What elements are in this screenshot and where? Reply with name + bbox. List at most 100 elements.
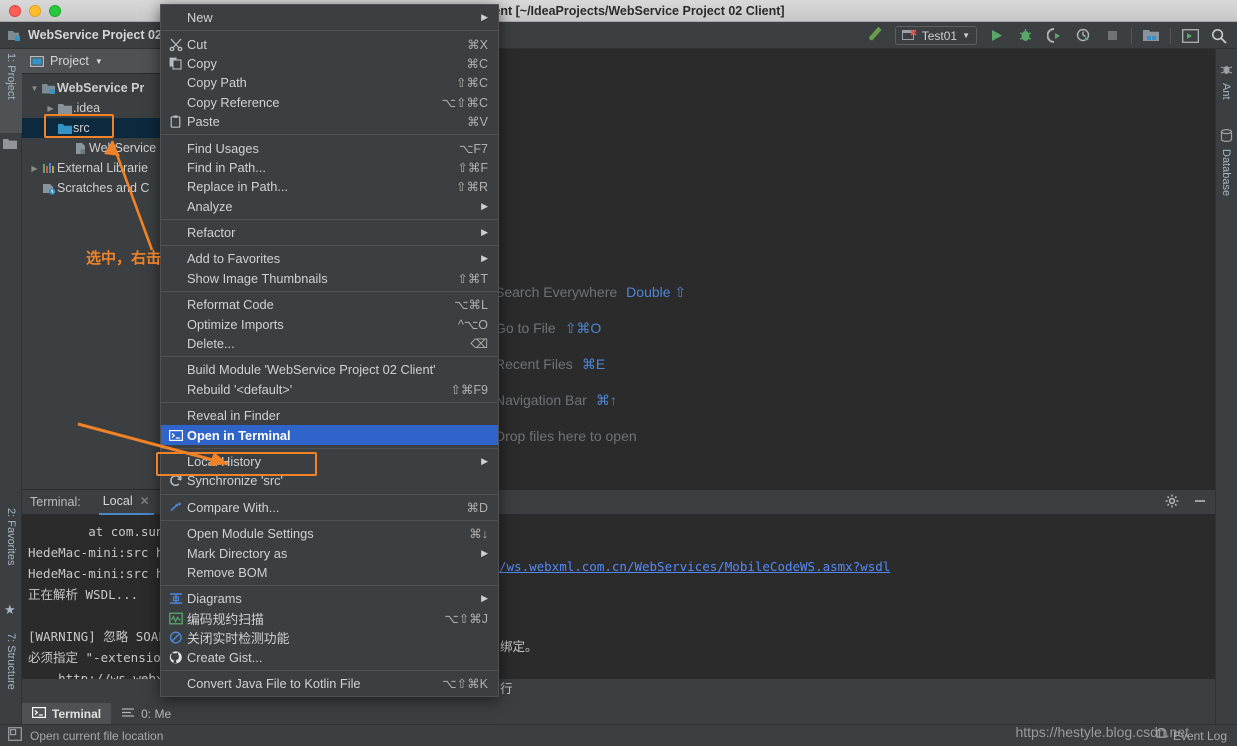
project-structure-icon[interactable]: [1141, 26, 1161, 46]
menu-item-reveal-in-finder[interactable]: Reveal in Finder: [161, 406, 498, 425]
menu-item-diagrams[interactable]: Diagrams ▶: [161, 589, 498, 608]
menu-item-label: 关闭实时检测功能: [187, 631, 290, 647]
menu-item-new[interactable]: New ▶: [161, 8, 498, 27]
menu-item-local-history[interactable]: Local History ▶: [161, 452, 498, 471]
toolbar-divider-2: [1170, 27, 1171, 44]
terminal-icon: [32, 706, 47, 718]
sidebar-tab-favorites[interactable]: 2: Favorites: [0, 504, 22, 604]
menu-item-delete[interactable]: Delete... ⌫: [161, 334, 498, 353]
menu-item-replace-in-path[interactable]: Replace in Path... ⇧⌘R: [161, 177, 498, 196]
menu-item-convert-java-file-to-kotlin-file[interactable]: Convert Java File to Kotlin File ⌥⇧⌘K: [161, 674, 498, 693]
editor-hint-search-everywhere: Search Everywhere Double ⇧: [495, 274, 686, 310]
chevron-down-icon[interactable]: ▼: [28, 84, 41, 93]
menu-item-paste[interactable]: Paste ⌘V: [161, 112, 498, 131]
menu-item-编码规约扫描[interactable]: 编码规约扫描 ⌥⇧⌘J: [161, 609, 498, 628]
menu-item-label: Open Module Settings: [187, 526, 314, 542]
editor-hint-navigation-bar: Navigation Bar ⌘↑: [495, 382, 686, 418]
bottom-tab-terminal[interactable]: Terminal: [22, 703, 112, 724]
menu-item-copy[interactable]: Copy ⌘C: [161, 54, 498, 73]
submenu-arrow-icon: ▶: [481, 227, 488, 238]
menu-item-copy-reference[interactable]: Copy Reference ⌥⇧⌘C: [161, 93, 498, 112]
folder-icon: [58, 103, 72, 114]
sidebar-tab-ant[interactable]: Ant: [1215, 79, 1237, 121]
minimize-icon[interactable]: [1193, 494, 1207, 511]
bottom-tab-label: Terminal: [52, 706, 102, 721]
menu-item-cut[interactable]: Cut ⌘X: [161, 34, 498, 53]
terminal-right-line-1: 绑定。: [500, 639, 538, 654]
run-icon[interactable]: [986, 26, 1006, 46]
menu-item-show-image-thumbnails[interactable]: Show Image Thumbnails ⇧⌘T: [161, 269, 498, 288]
menu-item-compare-with[interactable]: Compare With... ⌘D: [161, 498, 498, 517]
search-icon[interactable]: [1209, 26, 1229, 46]
run-coverage-icon[interactable]: [1044, 26, 1064, 46]
menu-item-copy-path[interactable]: Copy Path ⇧⌘C: [161, 73, 498, 92]
menu-item-build-module-webservice-project-02-client[interactable]: Build Module 'WebService Project 02 Clie…: [161, 360, 498, 379]
menu-item-open-module-settings[interactable]: Open Module Settings ⌘↓: [161, 524, 498, 543]
breadcrumb-project[interactable]: WebService Project 02: [8, 28, 162, 42]
menu-item-refactor[interactable]: Refactor ▶: [161, 223, 498, 242]
editor-hint-shortcut: ⇧⌘O: [564, 319, 602, 336]
sidebar-tab-project[interactable]: 1: Project: [0, 49, 22, 133]
menu-item-shortcut: ⌥F7: [459, 141, 488, 156]
run-configuration-selector[interactable]: Test01 ▼: [894, 26, 977, 45]
editor-hint-label: Go to File: [495, 320, 556, 336]
stop-icon[interactable]: [1102, 26, 1122, 46]
menu-item-analyze[interactable]: Analyze ▶: [161, 197, 498, 216]
close-icon[interactable]: ✕: [140, 494, 150, 508]
chevron-right-icon[interactable]: ▶: [44, 104, 57, 113]
source-folder-icon: [58, 123, 72, 134]
menu-item-shortcut: ⌘X: [467, 37, 488, 52]
context-menu: New ▶ Cut ⌘X Copy ⌘C Copy Path ⇧⌘C Copy Referenc…: [160, 4, 499, 698]
menu-item-label: Open in Terminal: [187, 427, 291, 443]
menu-item-label: Add to Favorites: [187, 251, 281, 267]
menu-item-shortcut: ⌘D: [466, 500, 488, 515]
terminal-wsdl-url[interactable]: /ws.webxml.com.cn/WebServices/MobileCode…: [499, 559, 890, 574]
menu-item-mark-directory-as[interactable]: Mark Directory as ▶: [161, 543, 498, 562]
bottom-tab-0-me[interactable]: 0: Me: [111, 703, 181, 724]
editor-hint-list: Search Everywhere Double ⇧ Go to File ⇧⌘O Re…: [495, 274, 686, 454]
sidebar-tab-database[interactable]: Database: [1215, 145, 1237, 221]
tree-node-label: External Librarie: [57, 161, 149, 175]
menu-item-label: Delete...: [187, 336, 235, 352]
menu-item-label: Replace in Path...: [187, 179, 289, 195]
cut-icon: [165, 38, 187, 51]
terminal-session-tab[interactable]: Local ✕: [98, 490, 154, 515]
menu-item-label: Find in Path...: [187, 159, 266, 175]
menu-item-label: Reformat Code: [187, 297, 274, 313]
menu-item-label: Remove BOM: [187, 564, 268, 580]
messages-icon: [122, 707, 135, 717]
menu-item-rebuild-default[interactable]: Rebuild '<default>' ⇧⌘F9: [161, 380, 498, 399]
gear-icon[interactable]: [1165, 494, 1179, 511]
sidebar-tab-database-label: Database: [1220, 149, 1232, 197]
menu-item-open-in-terminal[interactable]: Open in Terminal: [161, 425, 498, 445]
module-icon: [41, 82, 57, 95]
open-file-location-icon[interactable]: [8, 727, 22, 744]
menu-item-add-to-favorites[interactable]: Add to Favorites ▶: [161, 249, 498, 268]
submenu-arrow-icon: ▶: [481, 547, 488, 558]
sidebar-tab-structure[interactable]: 7: Structure: [0, 629, 22, 729]
copy-icon: [169, 57, 182, 70]
terminal-label: Terminal:: [30, 495, 81, 509]
terminal-window-icon[interactable]: [1180, 26, 1200, 46]
debug-icon[interactable]: [1015, 26, 1035, 46]
breadcrumb-project-label: WebService Project 02: [28, 28, 162, 42]
menu-item-find-in-path[interactable]: Find in Path... ⇧⌘F: [161, 158, 498, 177]
sync-icon: [165, 474, 187, 487]
menu-item-label: Build Module 'WebService Project 02 Clie…: [187, 362, 436, 378]
menu-item-find-usages[interactable]: Find Usages ⌥F7: [161, 138, 498, 157]
menu-item-create-gist[interactable]: Create Gist...: [161, 647, 498, 666]
project-view-icon: [30, 55, 44, 67]
profiler-icon[interactable]: [1073, 26, 1093, 46]
chevron-down-icon[interactable]: ▼: [95, 57, 103, 66]
tree-node-label: WebService Pr: [57, 81, 145, 95]
menu-item-synchronize-src[interactable]: Synchronize 'src': [161, 471, 498, 490]
menu-item-label: Mark Directory as: [187, 545, 288, 561]
menu-item-remove-bom[interactable]: Remove BOM: [161, 563, 498, 582]
chevron-right-icon[interactable]: ▶: [28, 164, 41, 173]
build-hammer-icon[interactable]: [866, 26, 886, 46]
menu-item-reformat-code[interactable]: Reformat Code ⌥⌘L: [161, 295, 498, 314]
annotation-select-right-click: 选中，右击: [86, 249, 162, 267]
menu-item-optimize-imports[interactable]: Optimize Imports ^⌥O: [161, 314, 498, 333]
menu-item-关闭实时检测功能[interactable]: 关闭实时检测功能: [161, 628, 498, 647]
tree-node-label: .idea: [73, 101, 101, 115]
